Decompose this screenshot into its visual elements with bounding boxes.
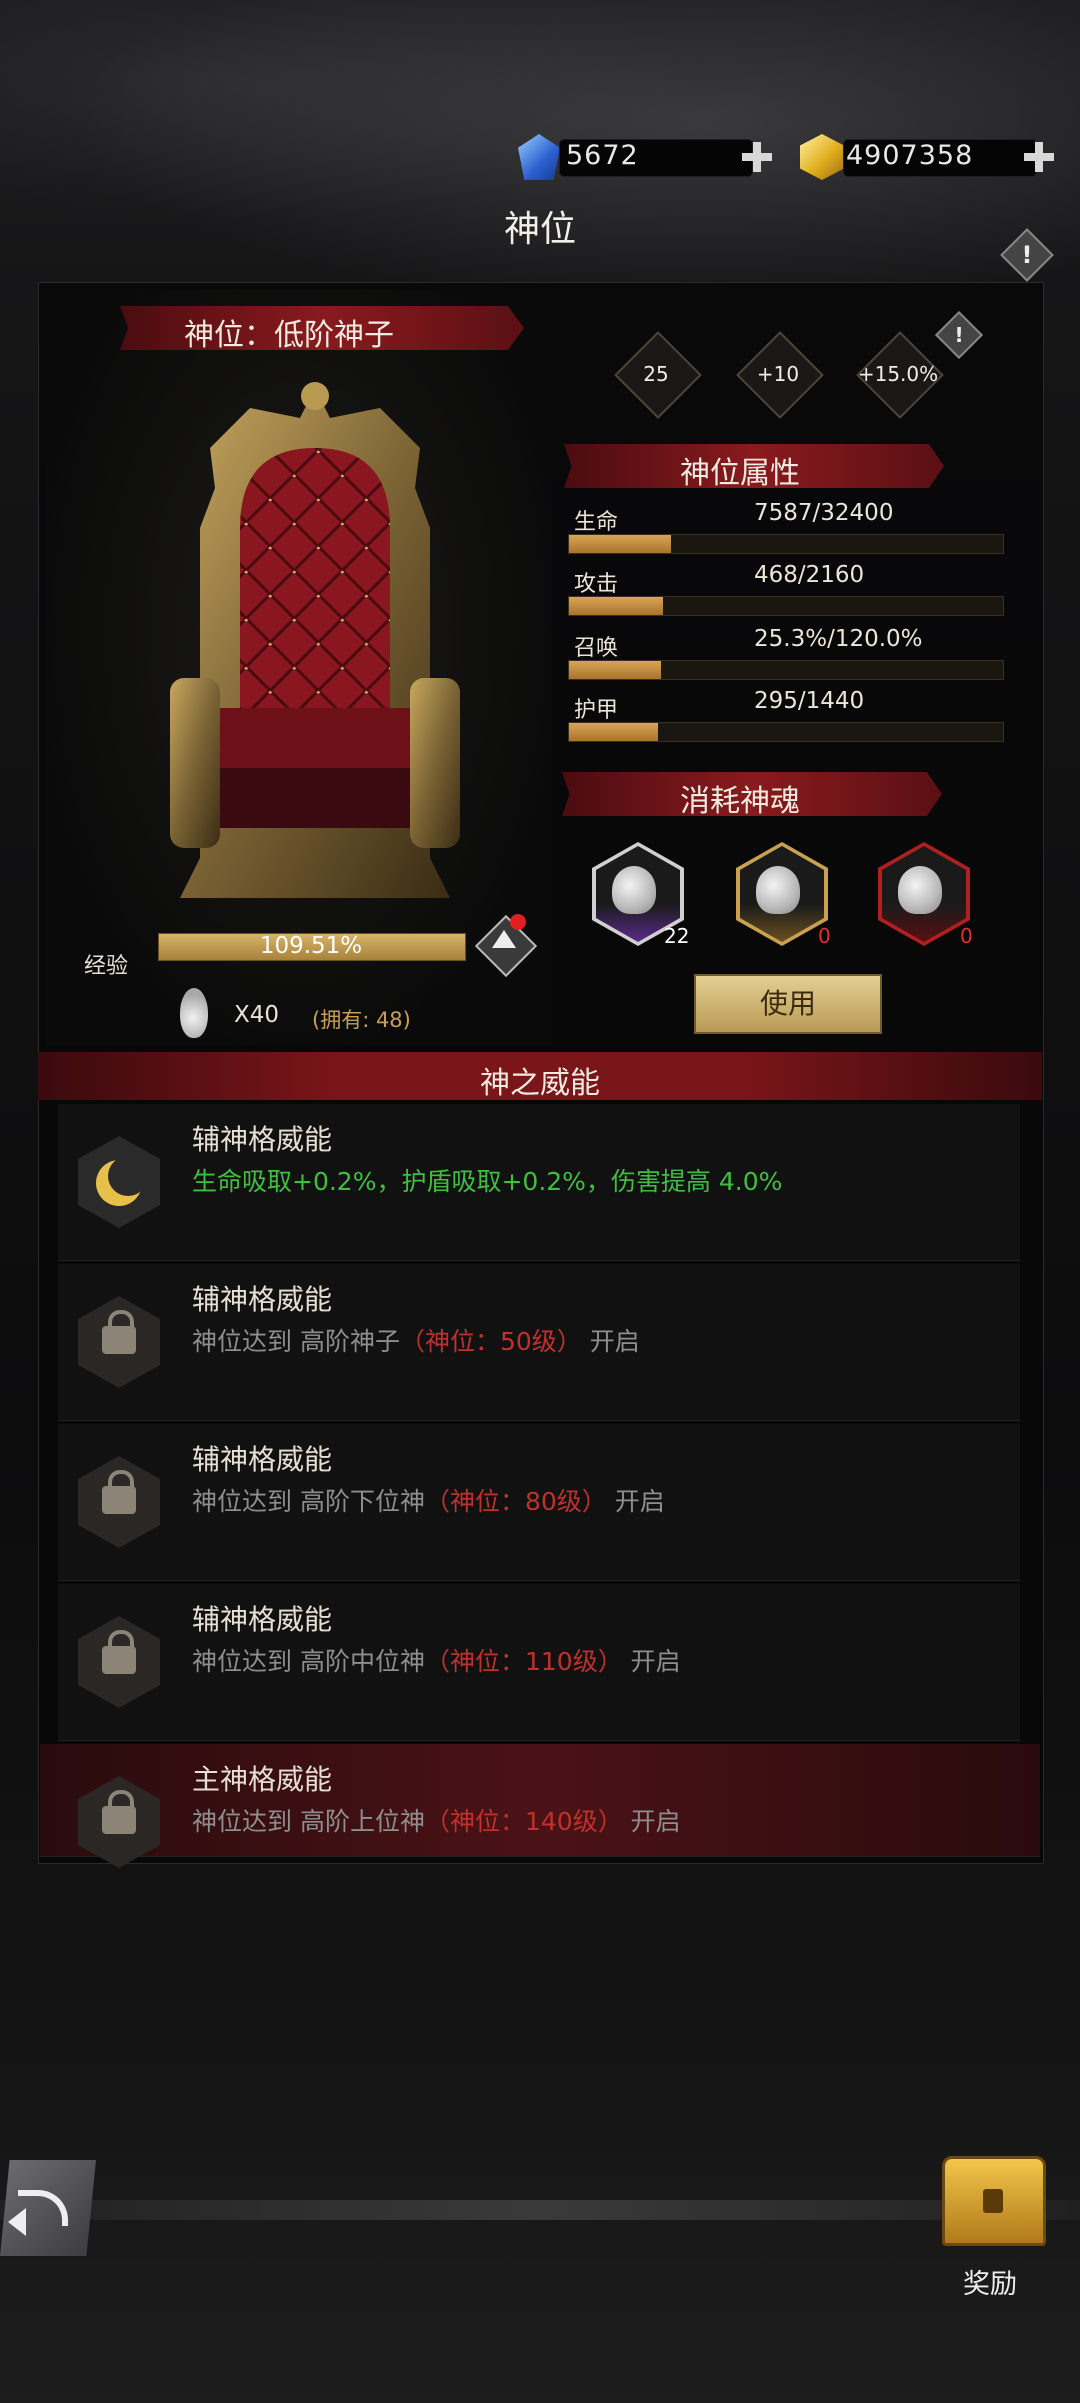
rank-name: 神位：低阶神子 xyxy=(184,318,394,353)
percent-value: +15.0% xyxy=(857,362,939,386)
power-icon xyxy=(78,1776,160,1868)
soul-count-red: 0 xyxy=(960,924,973,948)
soul-icon xyxy=(898,866,942,914)
attributes-title: 神位属性 xyxy=(680,456,800,491)
lock-icon xyxy=(102,1470,136,1514)
stat-armor-fill xyxy=(569,723,658,741)
arrow-up-icon xyxy=(492,930,516,948)
stat-hp-bar xyxy=(568,534,1004,554)
power-desc: 神位达到 高阶神子（神位：50级） 开启 xyxy=(192,1322,640,1358)
power-suffix: 开启 xyxy=(630,1647,681,1676)
power-requirement: （神位：50级） xyxy=(399,1327,582,1356)
stat-attack-fill xyxy=(569,597,664,615)
power-suffix: 开启 xyxy=(630,1807,681,1836)
chest-lock-icon xyxy=(983,2189,1003,2213)
back-button[interactable] xyxy=(0,2160,96,2256)
bonus-value: +10 xyxy=(756,362,800,386)
power-desc: 生命吸取+0.2%，护盾吸取+0.2%，伤害提高 4.0% xyxy=(192,1162,782,1198)
level-value: 25 xyxy=(643,362,669,386)
power-prefix: 神位达到 xyxy=(192,1327,293,1356)
use-button[interactable]: 使用 xyxy=(694,974,882,1034)
power-title: 辅神格威能 xyxy=(192,1123,333,1156)
power-rank: 高阶中位神 xyxy=(299,1647,425,1676)
power-row-2: 辅神格威能 神位达到 高阶神子（神位：50级） 开启 xyxy=(58,1264,1020,1421)
stat-armor-value: 295/1440 xyxy=(754,688,865,714)
stat-armor-bar xyxy=(568,722,1004,742)
power-title: 辅神格威能 xyxy=(192,1603,333,1636)
lock-icon xyxy=(102,1310,136,1354)
stat-summon-bar xyxy=(568,660,1004,680)
add-gems-button[interactable] xyxy=(740,140,774,174)
soul-cost: X40 xyxy=(234,1002,280,1028)
power-icon xyxy=(78,1296,160,1388)
stat-summon-fill xyxy=(569,661,661,679)
souls-title: 消耗神魂 xyxy=(680,784,800,819)
back-arrow-head xyxy=(8,2208,26,2236)
lock-icon xyxy=(102,1630,136,1674)
power-prefix: 神位达到 xyxy=(192,1647,293,1676)
reward-label: 奖励 xyxy=(963,2269,1017,2300)
lock-icon xyxy=(102,1790,136,1834)
soul-owned: (拥有: 48) xyxy=(312,1008,411,1032)
power-rank: 高阶神子 xyxy=(299,1327,400,1356)
stat-hp-fill xyxy=(569,535,671,553)
power-desc: 神位达到 高阶上位神（神位：140级） 开启 xyxy=(192,1802,681,1838)
power-prefix: 神位达到 xyxy=(192,1807,293,1836)
info-icon: ! xyxy=(1021,241,1033,269)
stat-hp-label: 生命 xyxy=(574,510,619,535)
power-row-1: 辅神格威能 生命吸取+0.2%，护盾吸取+0.2%，伤害提高 4.0% xyxy=(58,1104,1020,1261)
power-prefix: 神位达到 xyxy=(192,1487,293,1516)
power-title: 辅神格威能 xyxy=(192,1283,333,1316)
page-title: 神位 xyxy=(503,209,576,250)
power-desc: 神位达到 高阶中位神（神位：110级） 开启 xyxy=(192,1642,681,1678)
stat-summon-value: 25.3%/120.0% xyxy=(754,626,923,652)
stat-summon-label: 召唤 xyxy=(574,636,619,661)
stat-attack-value: 468/2160 xyxy=(754,562,865,588)
soul-icon xyxy=(612,866,656,914)
power-title: 主神格威能 xyxy=(192,1763,333,1796)
throne-image xyxy=(170,382,460,898)
stat-attack-label: 攻击 xyxy=(574,572,619,597)
power-icon xyxy=(78,1456,160,1548)
moon-shadow xyxy=(108,1156,148,1196)
exp-value: 109.51% xyxy=(259,933,363,959)
stat-hp-value: 7587/32400 xyxy=(754,500,894,526)
power-desc: 神位达到 高阶下位神（神位：80级） 开启 xyxy=(192,1482,665,1518)
upgrade-button[interactable] xyxy=(474,914,538,978)
info-icon: ! xyxy=(954,323,964,347)
gem-amount: 5672 xyxy=(566,140,639,171)
power-icon xyxy=(78,1136,160,1228)
power-rank: 高阶上位神 xyxy=(299,1807,425,1836)
footer-strip xyxy=(0,2200,1080,2220)
power-bonus: 生命吸取+0.2%，护盾吸取+0.2%，伤害提高 4.0% xyxy=(192,1167,783,1196)
power-row-5: 主神格威能 神位达到 高阶上位神（神位：140级） 开启 xyxy=(40,1744,1040,1868)
notification-dot xyxy=(510,914,526,930)
stat-attack-bar xyxy=(568,596,1004,616)
powers-title: 神之威能 xyxy=(480,1066,600,1101)
soul-flame-icon xyxy=(180,988,208,1038)
power-requirement: （神位：80级） xyxy=(424,1487,607,1516)
power-icon xyxy=(78,1616,160,1708)
power-requirement: （神位：140级） xyxy=(424,1807,623,1836)
stat-armor-label: 护甲 xyxy=(574,698,619,723)
power-suffix: 开启 xyxy=(589,1327,640,1356)
power-requirement: （神位：110级） xyxy=(424,1647,623,1676)
power-suffix: 开启 xyxy=(614,1487,665,1516)
exp-label: 经验 xyxy=(84,954,129,979)
add-gold-button[interactable] xyxy=(1022,140,1056,174)
soul-icon xyxy=(756,866,800,914)
soul-count-purple: 22 xyxy=(664,924,690,948)
soul-count-gold: 0 xyxy=(818,924,831,948)
power-rank: 高阶下位神 xyxy=(299,1487,425,1516)
power-title: 辅神格威能 xyxy=(192,1443,333,1476)
reward-chest-button[interactable] xyxy=(942,2156,1046,2246)
power-row-3: 辅神格威能 神位达到 高阶下位神（神位：80级） 开启 xyxy=(58,1424,1020,1581)
gold-amount: 4907358 xyxy=(846,140,974,171)
power-row-4: 辅神格威能 神位达到 高阶中位神（神位：110级） 开启 xyxy=(58,1584,1020,1741)
